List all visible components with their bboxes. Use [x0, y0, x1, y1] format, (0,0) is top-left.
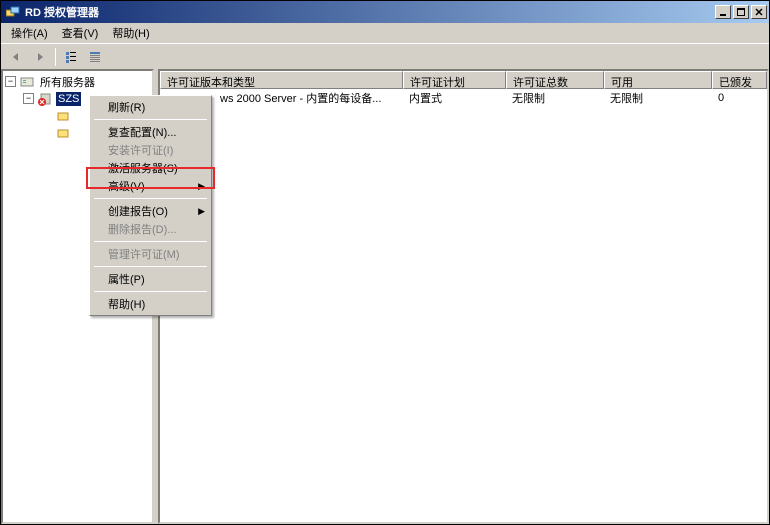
ctx-separator: [94, 241, 207, 242]
app-icon: [5, 4, 21, 20]
tool-list-view[interactable]: [60, 46, 82, 68]
col-total[interactable]: 许可证总数: [506, 71, 604, 89]
col-available[interactable]: 可用: [604, 71, 712, 89]
cell-plan: 内置式: [403, 89, 506, 107]
list-row[interactable]: ws 2000 Server - 内置的每设备... 内置式 无限制 无限制 0: [160, 89, 767, 106]
expand-icon[interactable]: −: [5, 76, 16, 87]
col-issued[interactable]: 已颁发: [712, 71, 767, 89]
submenu-arrow-icon: ▶: [198, 206, 205, 217]
license-icon: [55, 108, 71, 124]
ctx-review-config[interactable]: 复查配置(N)...: [92, 123, 209, 141]
tree-root-row[interactable]: − 所有服务器: [5, 73, 150, 90]
window-controls: [715, 5, 767, 19]
menu-view[interactable]: 查看(V): [56, 23, 105, 43]
context-menu: 刷新(R) 复查配置(N)... 安装许可证(I) 激活服务器(S) 高级(V)…: [89, 95, 212, 316]
ctx-separator: [94, 291, 207, 292]
ctx-separator: [94, 119, 207, 120]
ctx-manage-licenses: 管理许可证(M): [92, 245, 209, 263]
col-version[interactable]: 许可证版本和类型: [160, 71, 403, 89]
tool-back[interactable]: [5, 46, 27, 68]
servers-icon: [19, 74, 35, 90]
expand-icon[interactable]: −: [23, 93, 34, 104]
submenu-arrow-icon: ▶: [198, 181, 205, 192]
minimize-button[interactable]: [715, 5, 731, 19]
tree-server-label: SZS: [56, 92, 81, 106]
ctx-help[interactable]: 帮助(H): [92, 295, 209, 313]
ctx-create-report[interactable]: 创建报告(O) ▶: [92, 202, 209, 220]
ctx-properties[interactable]: 属性(P): [92, 270, 209, 288]
ctx-advanced[interactable]: 高级(V) ▶: [92, 177, 209, 195]
license-icon: [55, 125, 71, 141]
ctx-delete-report: 删除报告(D)...: [92, 220, 209, 238]
tool-detail-view[interactable]: [84, 46, 106, 68]
close-button[interactable]: [751, 5, 767, 19]
window-title: RD 授权管理器: [25, 4, 715, 20]
ctx-separator: [94, 198, 207, 199]
ctx-install-license: 安装许可证(I): [92, 141, 209, 159]
ctx-refresh[interactable]: 刷新(R): [92, 98, 209, 116]
menu-help[interactable]: 帮助(H): [106, 23, 155, 43]
menubar: 操作(A) 查看(V) 帮助(H): [1, 23, 769, 43]
cell-total: 无限制: [506, 89, 604, 107]
ctx-separator: [94, 266, 207, 267]
col-plan[interactable]: 许可证计划: [403, 71, 506, 89]
titlebar: RD 授权管理器: [1, 1, 769, 23]
toolbar-separator: [55, 48, 56, 66]
menu-action[interactable]: 操作(A): [5, 23, 54, 43]
list-body[interactable]: ws 2000 Server - 内置的每设备... 内置式 无限制 无限制 0: [160, 89, 767, 522]
ctx-advanced-label: 高级(V): [108, 178, 145, 194]
server-error-icon: [37, 91, 53, 107]
tree-root-label: 所有服务器: [38, 73, 97, 91]
tool-forward[interactable]: [29, 46, 51, 68]
ctx-activate-server[interactable]: 激活服务器(S): [92, 159, 209, 177]
list-pane: 许可证版本和类型 许可证计划 许可证总数 可用 已颁发 ws 2000 Serv…: [158, 69, 769, 524]
toolbar: [1, 43, 769, 69]
list-header: 许可证版本和类型 许可证计划 许可证总数 可用 已颁发: [160, 71, 767, 89]
ctx-create-report-label: 创建报告(O): [108, 203, 168, 219]
maximize-button[interactable]: [733, 5, 749, 19]
cell-issued: 0: [712, 91, 767, 105]
cell-available: 无限制: [604, 89, 712, 107]
